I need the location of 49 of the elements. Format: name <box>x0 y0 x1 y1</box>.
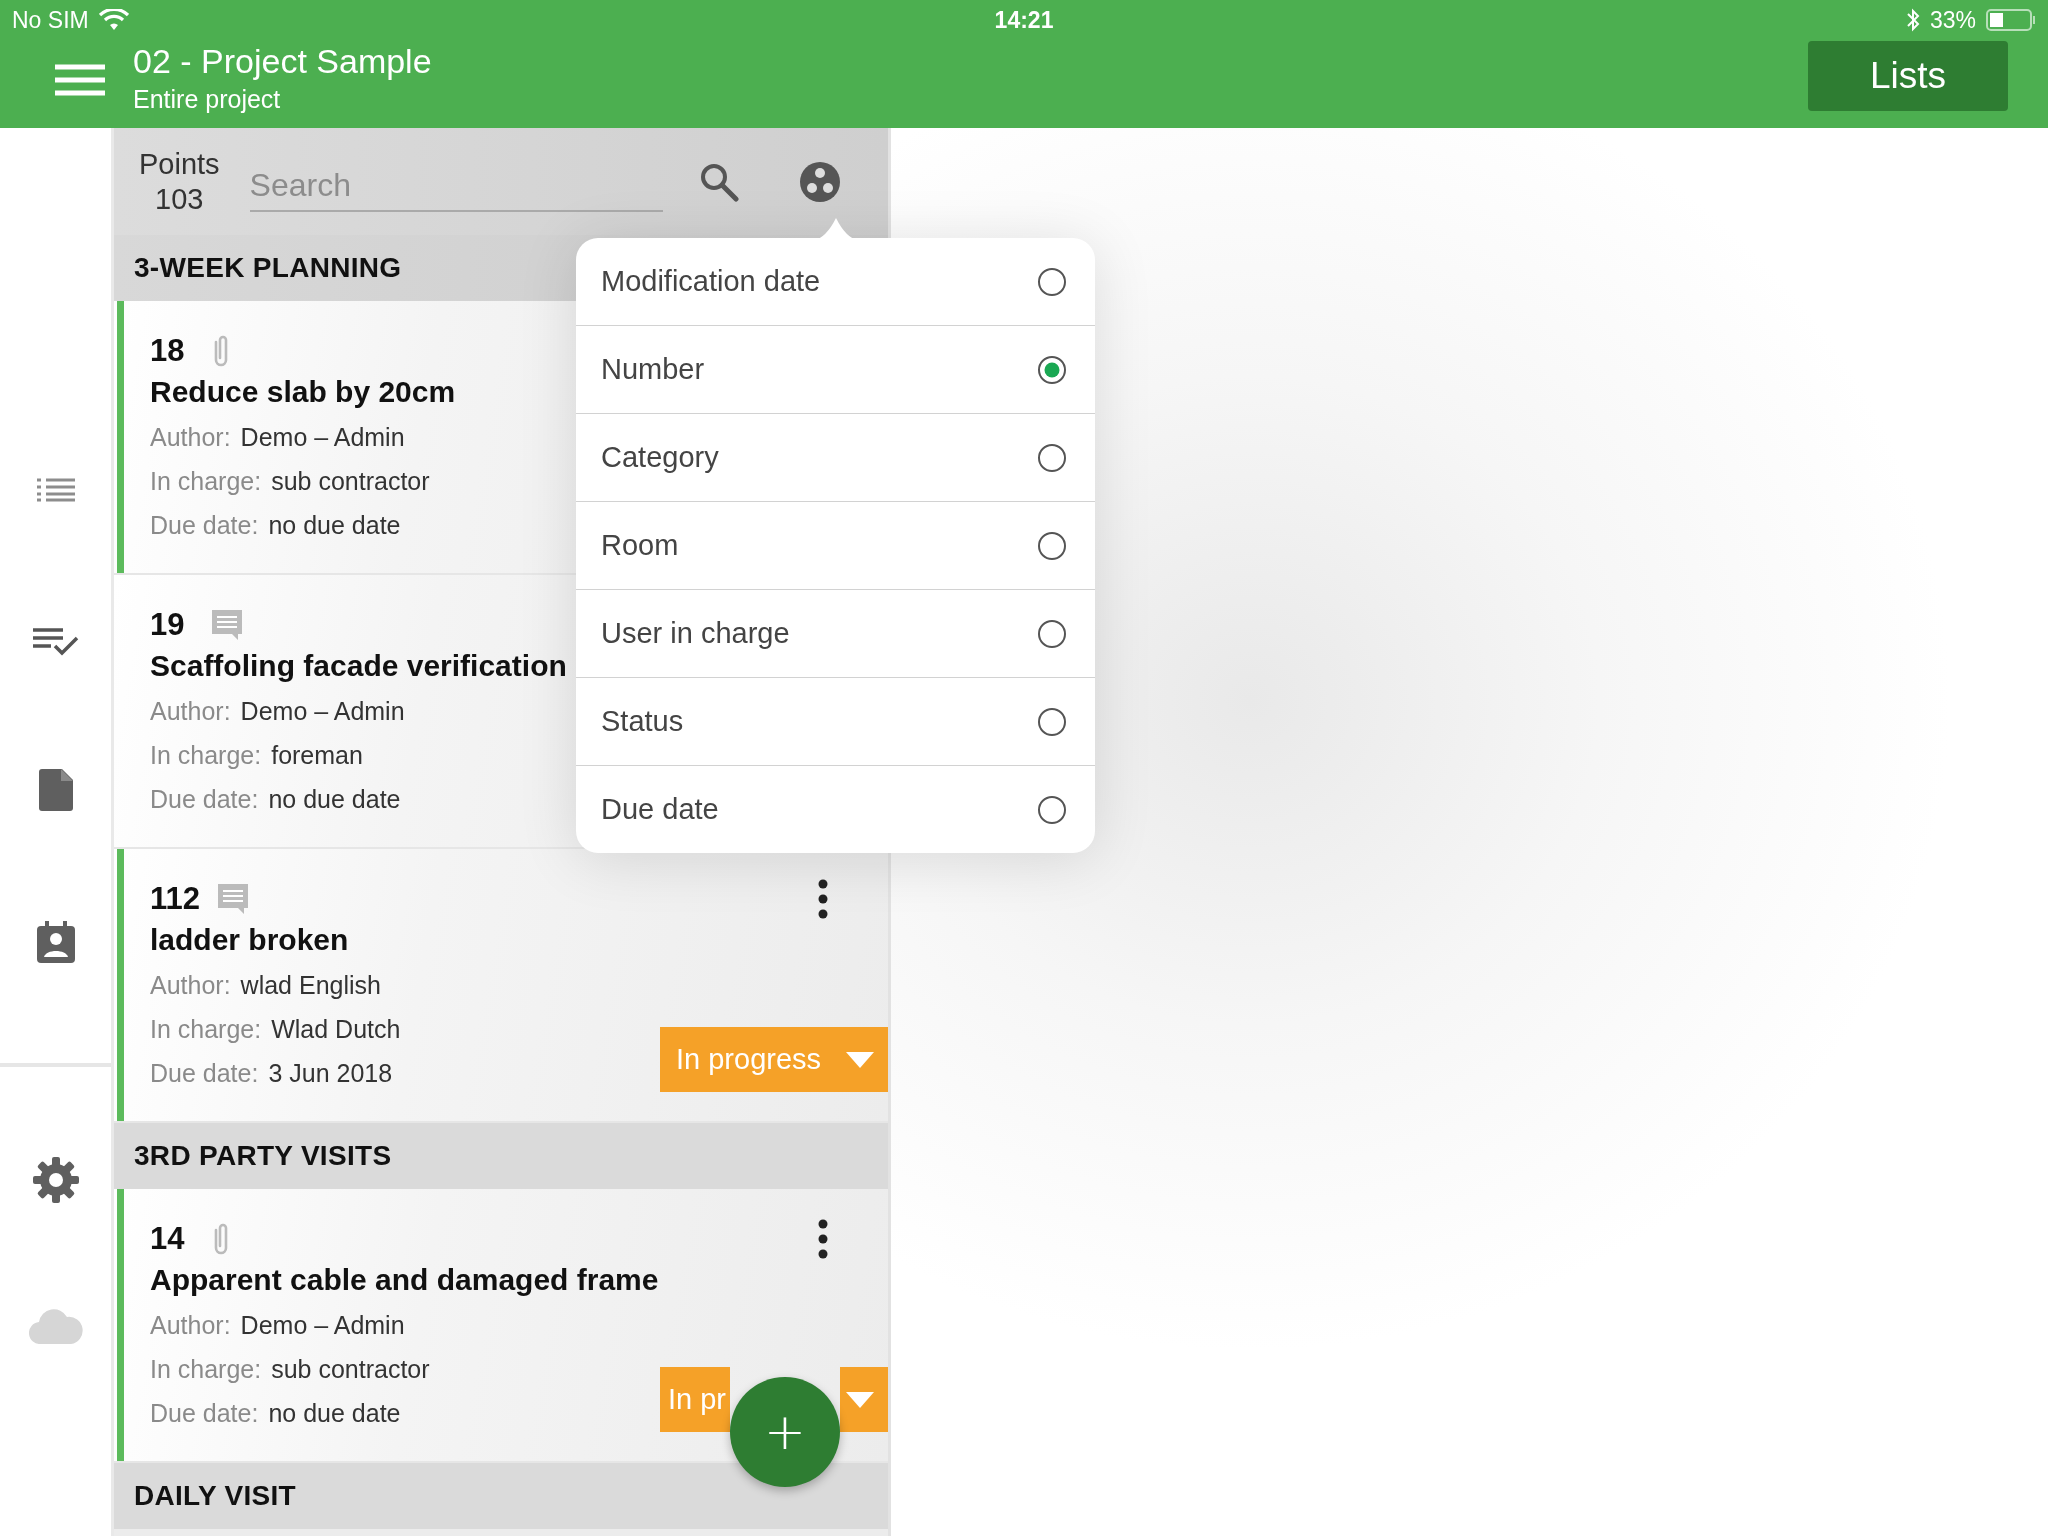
point-number: 14 <box>150 1221 186 1257</box>
point-title: Scaffoling facade verification <box>150 649 568 683</box>
field-label: In charge: <box>150 467 262 495</box>
field-value: 3 Jun 2018 <box>268 1059 393 1087</box>
section-header: DAILY VISIT <box>114 1463 888 1529</box>
field-value: no due date <box>268 1399 401 1427</box>
clock-time: 14:21 <box>994 6 1054 34</box>
field-value: foreman <box>271 741 363 769</box>
project-subtitle: Entire project <box>133 85 282 114</box>
project-title: 02 - Project Sample <box>133 42 433 81</box>
sort-option[interactable]: Room <box>576 501 1095 589</box>
point-number: 112 <box>150 881 200 917</box>
field-label: Author: <box>150 423 231 451</box>
sort-option[interactable]: Due date <box>576 765 1095 853</box>
field-label: Author: <box>150 1311 231 1339</box>
points-label: Points <box>139 146 220 182</box>
field-value: wlad English <box>240 971 381 999</box>
field-label: Due date: <box>150 511 259 539</box>
sort-option[interactable]: Category <box>576 413 1095 501</box>
carrier-label: No SIM <box>12 6 89 34</box>
field-value: Wlad Dutch <box>271 1015 401 1043</box>
points-count: 103 <box>155 181 204 217</box>
field-value: no due date <box>268 511 401 539</box>
field-value: Demo – Admin <box>240 697 405 725</box>
field-value: no due date <box>268 785 401 813</box>
field-label: In charge: <box>150 1355 262 1383</box>
point-title: Apparent cable and damaged frame <box>150 1263 660 1297</box>
field-value: sub contractor <box>271 1355 430 1383</box>
point-number: 18 <box>150 333 186 369</box>
field-label: Author: <box>150 971 231 999</box>
section-header: 3RD PARTY VISITS <box>114 1123 888 1189</box>
field-value: sub contractor <box>271 467 430 495</box>
field-label: In charge: <box>150 1015 262 1043</box>
field-label: Due date: <box>150 785 259 813</box>
field-value: Demo – Admin <box>240 1311 405 1339</box>
field-label: Due date: <box>150 1399 259 1427</box>
point-title: ladder broken <box>150 923 350 957</box>
point-title: Reduce slab by 20cm <box>150 375 457 409</box>
field-value: Demo – Admin <box>240 423 405 451</box>
point-number: 19 <box>150 607 186 643</box>
sort-option[interactable]: Status <box>576 677 1095 765</box>
search-field[interactable]: Search <box>249 161 663 212</box>
field-label: Author: <box>150 697 231 725</box>
field-label: In charge: <box>150 741 262 769</box>
sort-option[interactable]: User in charge <box>576 589 1095 677</box>
lists-button[interactable]: Lists <box>1808 41 2008 111</box>
field-label: Due date: <box>150 1059 259 1087</box>
sort-option[interactable]: Number <box>576 325 1095 413</box>
battery-percentage: 33% <box>1929 6 1976 34</box>
